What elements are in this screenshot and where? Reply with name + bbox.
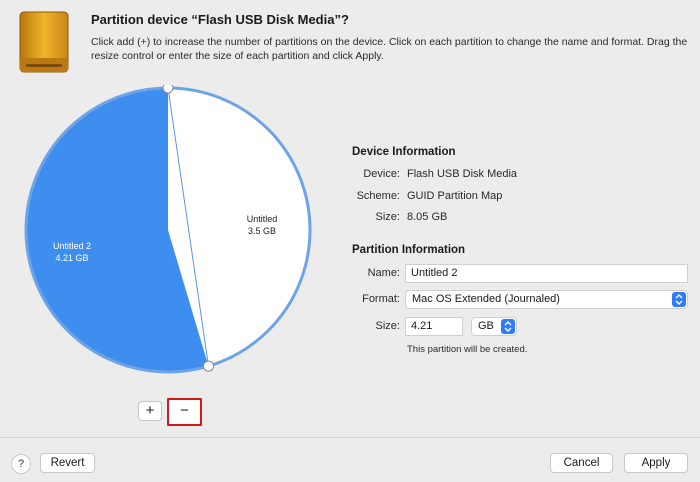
add-partition-button[interactable]: + [138,401,162,421]
size-label: Size: [375,320,400,332]
select-stepper-icon [672,292,686,307]
dialog-title: Partition device “Flash USB Disk Media”? [91,12,349,27]
partition-info-title: Partition Information [352,244,466,256]
format-select[interactable]: Mac OS Extended (Journaled) [405,290,688,309]
partition-label-untitled-2: Untitled 2 4.21 GB [32,240,112,264]
device-info-title: Device Information [352,146,456,158]
partition-note: This partition will be created. [407,344,528,355]
external-drive-icon [19,11,69,73]
size-unit-value: GB [478,320,494,332]
resize-handle[interactable] [162,82,174,94]
remove-partition-button[interactable]: − [167,398,202,426]
size-label: Size: [375,211,400,223]
cancel-button[interactable]: Cancel [550,453,613,473]
partition-add-remove-control: + − [138,398,202,426]
device-value: Flash USB Disk Media [407,168,518,180]
partition-size-input[interactable]: 4.21 [405,317,463,336]
format-label: Format: [362,293,400,305]
device-label: Device: [363,168,400,180]
device-size-value: 8.05 GB [407,211,448,223]
size-unit-select[interactable]: GB [471,317,517,336]
apply-button[interactable]: Apply [624,453,688,473]
partition-pie-chart[interactable]: Untitled 2 4.21 GB Untitled 3.5 GB [18,82,318,395]
dialog-description: Click add (+) to increase the number of … [91,36,688,62]
partition-label-untitled: Untitled 3.5 GB [222,213,302,237]
partition-size: 4.21 GB [55,253,89,263]
resize-handle[interactable] [202,360,214,372]
name-label: Name: [367,267,400,279]
revert-button[interactable]: Revert [40,453,95,473]
footer-divider [0,437,700,438]
help-button[interactable]: ? [11,454,31,474]
dialog-header: Partition device “Flash USB Disk Media”?… [0,0,700,86]
partition-size: 3.5 GB [247,226,276,236]
scheme-value: GUID Partition Map [407,190,503,202]
format-select-value: Mac OS Extended (Journaled) [412,293,560,305]
select-stepper-icon [501,319,515,334]
scheme-label: Scheme: [356,190,400,202]
partition-name: Untitled [246,214,278,224]
partition-name-input[interactable]: Untitled 2 [405,264,688,283]
partition-name: Untitled 2 [52,241,92,251]
